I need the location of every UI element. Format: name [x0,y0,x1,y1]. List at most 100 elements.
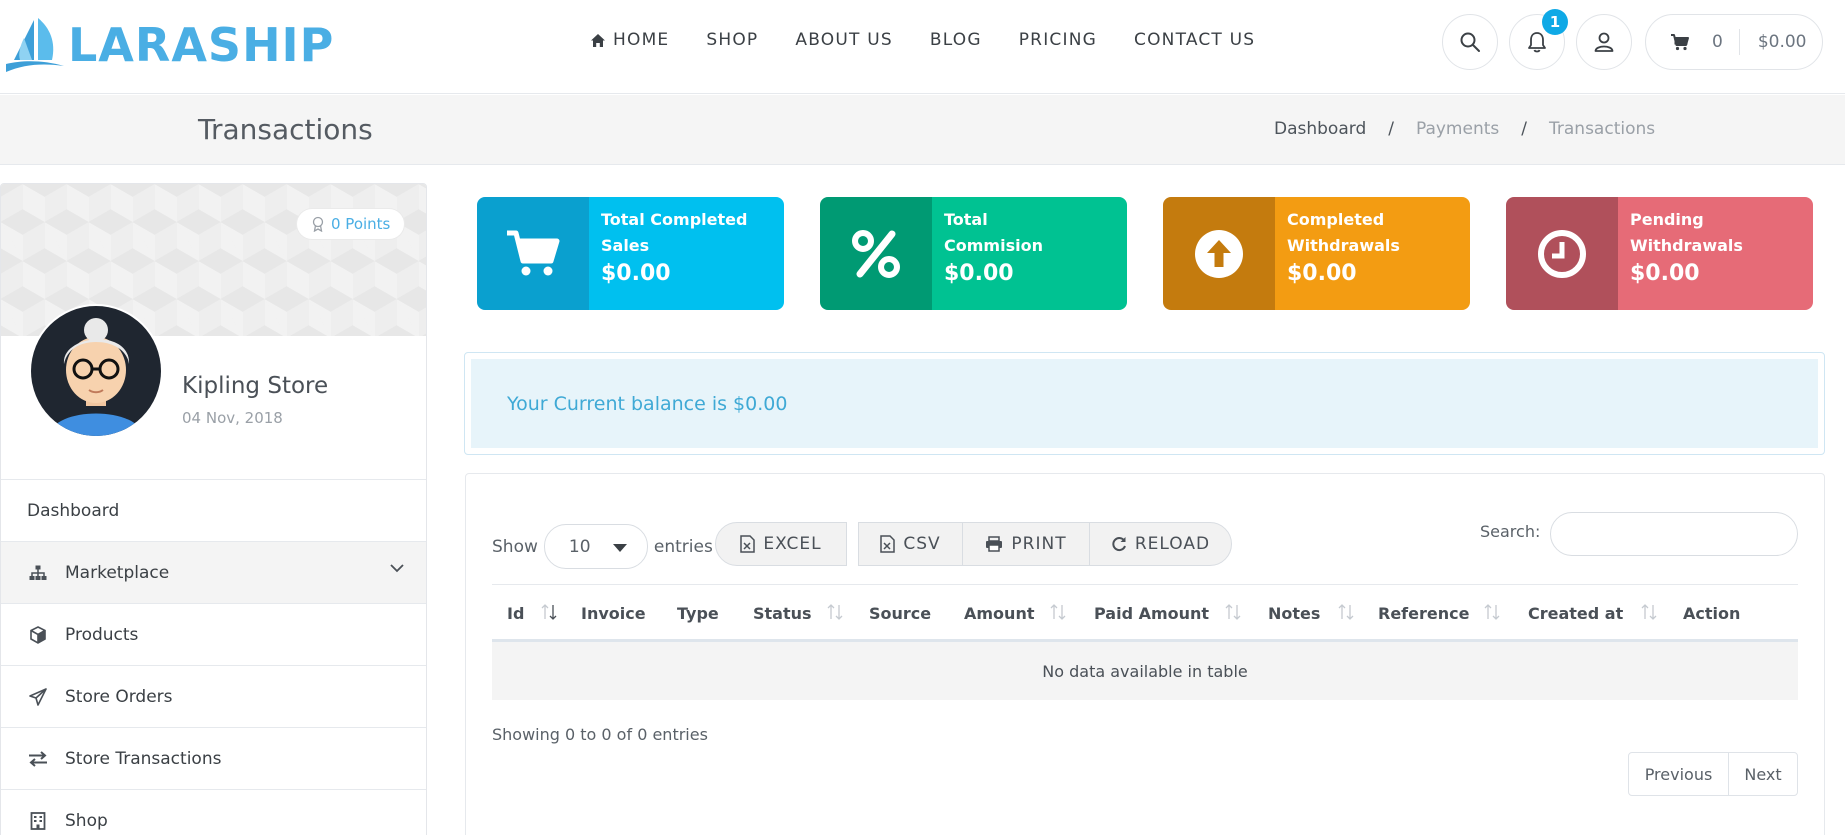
previous-page-button[interactable]: Previous [1628,752,1729,796]
stat-card-icon-area [1163,197,1275,310]
breadcrumb-transactions: Transactions [1549,119,1656,139]
nav-shop[interactable]: SHOP [706,30,758,50]
stat-card-total-commision: Total Commision $0.00 [820,197,1127,310]
column-header-notes[interactable]: Notes [1268,604,1320,623]
column-header-paid-amount[interactable]: Paid Amount [1094,604,1209,623]
column-header-status[interactable]: Status [753,604,812,623]
stat-card-icon-area [820,197,932,310]
sort-icon [1484,604,1500,620]
sort-icon [1225,604,1241,620]
stat-card-value: $0.00 [1630,261,1700,286]
points-badge[interactable]: 0 Points [297,209,405,239]
chevron-down-icon [390,564,404,573]
user-account-button[interactable] [1576,14,1632,70]
stat-card-label: Completed [1287,210,1385,229]
sidebar-menu: Dashboard Marketplace Products Store Ord… [1,479,426,835]
sort-icon [827,604,843,620]
brand-logo[interactable]: LARASHIP [4,16,334,74]
stat-card-completed-withdrawals: Completed Withdrawals $0.00 [1163,197,1470,310]
sidebar-item-dashboard[interactable]: Dashboard [1,479,426,541]
table-info: Showing 0 to 0 of 0 entries [492,725,708,744]
arrow-up-circle-icon [1195,229,1243,278]
column-header-id[interactable]: Id [507,604,524,623]
notifications-button[interactable]: 1 [1509,9,1568,70]
nav-home-label: HOME [613,30,670,50]
column-header-amount[interactable]: Amount [964,604,1034,623]
building-icon [27,811,49,830]
stat-card-body: Total Commision $0.00 [932,197,1127,310]
nav-contact-us[interactable]: CONTACT US [1134,30,1255,50]
transactions-table: Id Invoice Type Status Source Amount Pai… [492,584,1798,700]
search-input[interactable] [1550,512,1798,556]
nav-home[interactable]: HOME [590,30,669,50]
breadcrumb-separator: / [1521,119,1527,139]
exchange-icon [27,750,49,767]
column-header-source[interactable]: Source [869,604,931,623]
nav-about-us[interactable]: ABOUT US [795,30,892,50]
sidebar-item-marketplace[interactable]: Marketplace [1,541,426,603]
nav-pricing[interactable]: PRICING [1019,30,1097,50]
points-label: 0 Points [331,215,391,233]
stat-card-label: Sales [601,236,650,255]
cube-icon [27,625,49,644]
bell-icon [1528,32,1546,53]
sidebar-item-shop[interactable]: Shop [1,789,426,835]
sitemap-icon [27,565,49,581]
stat-card-value: $0.00 [601,261,671,286]
stat-card-value: $0.00 [944,261,1014,286]
breadcrumb-dashboard[interactable]: Dashboard [1274,119,1366,139]
search-label: Search: [1480,522,1541,541]
table-empty-row: No data available in table [492,642,1798,700]
search-button[interactable] [1442,14,1498,70]
percent-icon [852,229,900,278]
sidebar-item-products[interactable]: Products [1,603,426,665]
sort-icon [1641,604,1657,620]
sidebar-item-label: Marketplace [65,562,170,583]
column-header-reference[interactable]: Reference [1378,604,1469,623]
home-icon [591,33,605,47]
column-header-created-at[interactable]: Created at [1528,604,1623,623]
stat-card-label: Withdrawals [1287,236,1400,255]
table-header: Id Invoice Type Status Source Amount Pai… [492,584,1798,642]
nav-blog[interactable]: BLOG [930,30,982,50]
page-length-value: 10 [568,536,591,557]
sidebar-item-store-transactions[interactable]: Store Transactions [1,727,426,789]
balance-alert: Your Current balance is $0.00 [464,352,1825,455]
column-header-action: Action [1683,604,1741,623]
stat-card-label: Commision [944,236,1043,255]
transactions-panel: Show 10 entries EXCEL CSV PRINT RELOAD S… [465,473,1825,835]
csv-export-button[interactable]: CSV [858,522,963,566]
print-button[interactable]: PRINT [962,522,1090,566]
cart-icon [1671,34,1689,51]
cart-count: 0 [1712,32,1723,52]
stat-card-label: Pending [1630,210,1704,229]
excel-export-button[interactable]: EXCEL [715,522,847,566]
sidebar-item-label: Products [65,624,139,645]
breadcrumb-payments[interactable]: Payments [1416,119,1499,139]
reload-label: RELOAD [1134,534,1211,554]
sort-icon [1338,604,1354,620]
cart-button[interactable]: 0 $0.00 [1645,14,1823,70]
reload-button[interactable]: RELOAD [1089,522,1232,566]
sidebar-item-label: Store Orders [65,686,173,707]
file-excel-icon [740,535,756,553]
next-page-button[interactable]: Next [1728,752,1798,796]
store-name: Kipling Store [182,373,329,399]
pagination: Previous Next [1628,752,1798,796]
avatar[interactable] [29,304,163,438]
sail-logo-icon [6,18,64,72]
print-icon [986,536,1003,552]
page-title: Transactions [198,113,373,146]
sidebar: 0 Points Kipling Store 04 Nov, 2018 Dash… [0,183,427,835]
column-header-invoice[interactable]: Invoice [581,604,646,623]
export-button-group: CSV PRINT RELOAD [858,522,1232,566]
cart-icon [507,230,560,275]
paper-plane-icon [27,687,49,706]
page-length-select[interactable]: 10 [543,524,648,569]
column-header-type[interactable]: Type [677,604,719,623]
breadcrumb: Dashboard / Payments / Transactions [1274,119,1655,139]
top-header: LARASHIP HOME SHOP ABOUT US BLOG PRICING… [0,0,1845,94]
user-icon [1594,32,1614,52]
sidebar-item-store-orders[interactable]: Store Orders [1,665,426,727]
stat-card-pending-withdrawals: Pending Withdrawals $0.00 [1506,197,1813,310]
